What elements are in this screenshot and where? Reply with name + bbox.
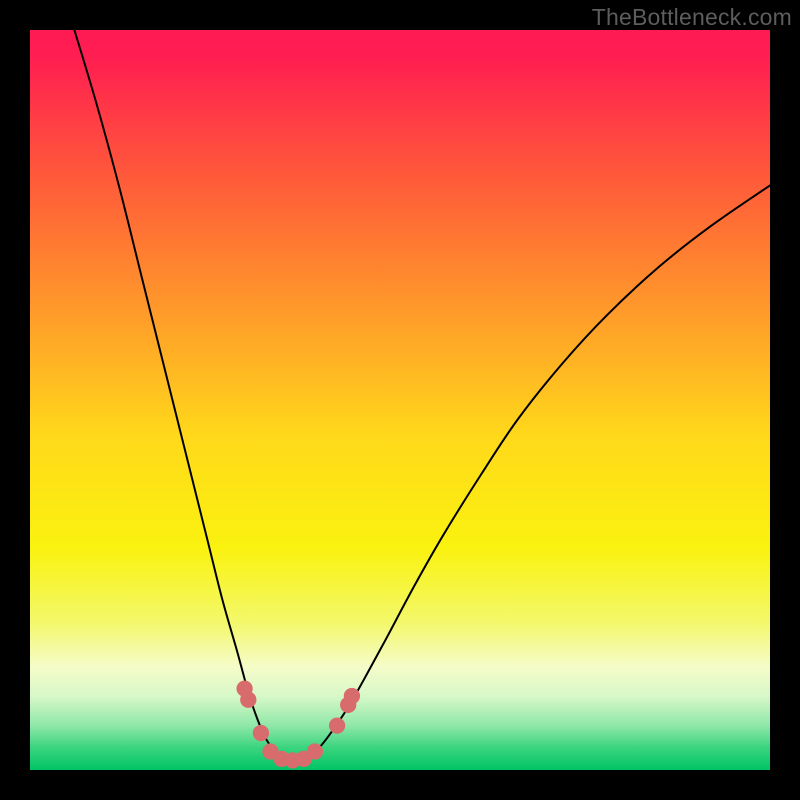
chart-svg	[30, 30, 770, 770]
marker-point	[344, 688, 360, 704]
marker-point	[329, 717, 345, 733]
marker-point	[253, 725, 269, 741]
plot-area	[30, 30, 770, 770]
watermark-text: TheBottleneck.com	[592, 4, 792, 31]
marker-point	[240, 692, 256, 708]
chart-background	[30, 30, 770, 770]
frame: TheBottleneck.com	[0, 0, 800, 800]
marker-point	[307, 743, 323, 759]
